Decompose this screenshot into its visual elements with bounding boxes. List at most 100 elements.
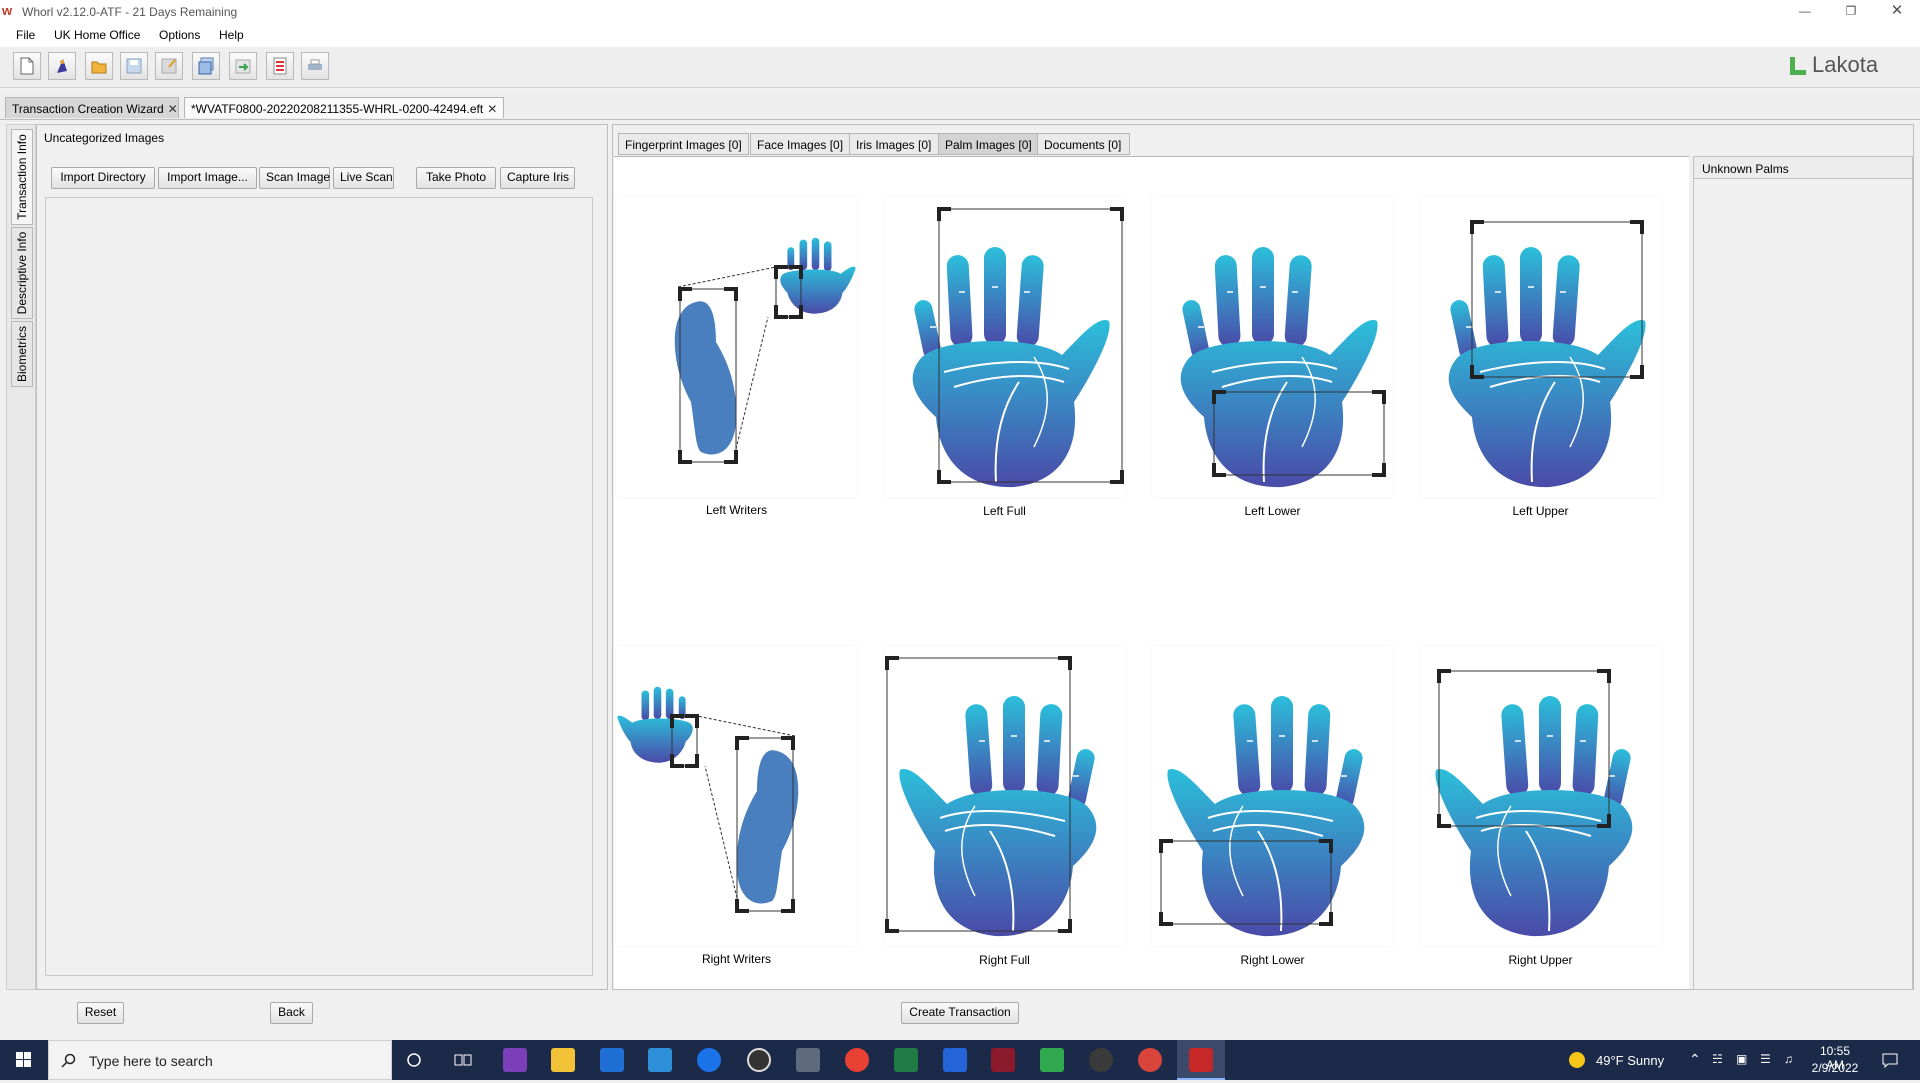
- lakota-app-icon: [1189, 1048, 1213, 1072]
- toolbar: [0, 47, 1920, 88]
- whorl-logo-icon: ᴡ: [2, 3, 13, 18]
- weather-sun-icon: [1569, 1052, 1585, 1068]
- save-all-icon: [198, 57, 214, 75]
- create-transaction-button[interactable]: Create Transaction: [901, 1002, 1019, 1024]
- export-button[interactable]: [229, 52, 257, 80]
- tab-eft-file[interactable]: *WVATF0800-20220208211355-WHRL-0200-4249…: [184, 97, 504, 118]
- tab-transaction-creation-wizard[interactable]: Transaction Creation Wizard ✕: [5, 97, 179, 118]
- tab-fingerprint-images[interactable]: Fingerprint Images [0]: [618, 133, 749, 155]
- wizard-button[interactable]: [48, 52, 76, 80]
- sheet-app-icon[interactable]: [1040, 1048, 1064, 1072]
- palm-label: Right Upper: [1508, 953, 1573, 967]
- reset-button[interactable]: Reset: [77, 1002, 124, 1024]
- side-tab-transaction-info[interactable]: Transaction Info: [11, 129, 33, 225]
- windows-logo-icon: [16, 1052, 31, 1067]
- onenote-icon[interactable]: [503, 1048, 527, 1072]
- clock-date[interactable]: 2/9/2022: [1810, 1061, 1860, 1075]
- palm-slot-right-writers[interactable]: [616, 646, 857, 946]
- restore-icon[interactable]: ❐: [1836, 2, 1866, 22]
- live-scan-button[interactable]: Live Scan: [333, 167, 394, 189]
- menu-help[interactable]: Help: [219, 28, 244, 42]
- search-icon: [61, 1053, 76, 1068]
- tab-documents[interactable]: Documents [0]: [1037, 133, 1130, 155]
- weather-text[interactable]: 49°F Sunny: [1596, 1053, 1664, 1068]
- file-explorer-icon[interactable]: [551, 1048, 575, 1072]
- dell-icon[interactable]: [747, 1048, 771, 1072]
- chrome-profile-icon[interactable]: [1138, 1048, 1162, 1072]
- whorl-taskbar-icon[interactable]: [991, 1048, 1015, 1072]
- side-tab-biometrics[interactable]: Biometrics: [11, 321, 33, 387]
- tab-iris-images[interactable]: Iris Images [0]: [849, 133, 941, 155]
- side-tab-strip: Transaction Info Descriptive Info Biomet…: [6, 124, 36, 990]
- unknown-palms-title: Unknown Palms: [1694, 157, 1912, 179]
- import-image-button[interactable]: Import Image...: [158, 167, 257, 189]
- take-photo-button[interactable]: Take Photo: [416, 167, 496, 189]
- categorized-images-panel: Fingerprint Images [0] Face Images [0] I…: [612, 124, 1914, 990]
- todo-icon[interactable]: [943, 1048, 967, 1072]
- palm-slot-left-upper[interactable]: [1420, 197, 1661, 497]
- save-as-button[interactable]: [155, 52, 183, 80]
- close-icon[interactable]: ✕: [1882, 2, 1912, 22]
- calculator-icon[interactable]: [796, 1048, 820, 1072]
- new-icon: [20, 57, 34, 75]
- palm-slot-right-full[interactable]: [884, 646, 1125, 946]
- palm-slot-left-full[interactable]: [884, 197, 1125, 497]
- save-all-button[interactable]: [192, 52, 220, 80]
- wifi-icon[interactable]: ☰: [1760, 1052, 1771, 1066]
- palm-slot-left-writers[interactable]: [616, 197, 857, 497]
- close-tab-icon[interactable]: ✕: [168, 102, 178, 116]
- close-tab-icon[interactable]: ✕: [487, 102, 497, 116]
- unknown-palms-panel[interactable]: Unknown Palms: [1693, 156, 1913, 990]
- network-icon[interactable]: ☵: [1712, 1052, 1723, 1066]
- notification-icon[interactable]: [1882, 1052, 1898, 1068]
- window-title: Whorl v2.12.0-ATF - 21 Days Remaining: [22, 5, 238, 19]
- volume-icon[interactable]: ♫: [1784, 1052, 1793, 1066]
- settings-gear-icon[interactable]: [1089, 1048, 1113, 1072]
- minimize-icon[interactable]: —: [1790, 2, 1820, 22]
- palm-label: Right Writers: [701, 952, 772, 966]
- task-view-icon[interactable]: [454, 1052, 472, 1068]
- active-app-highlight[interactable]: [1177, 1040, 1225, 1080]
- menu-file[interactable]: File: [16, 28, 35, 42]
- new-button[interactable]: [13, 52, 41, 80]
- uncategorized-images-panel: Uncategorized Images Import Directory Im…: [36, 124, 608, 990]
- excel-icon[interactable]: [894, 1048, 918, 1072]
- save-button[interactable]: [120, 52, 148, 80]
- palm-diagram: [885, 656, 1097, 937]
- capture-iris-button[interactable]: Capture Iris: [500, 167, 575, 189]
- chrome-icon[interactable]: [845, 1048, 869, 1072]
- export-icon: [235, 59, 251, 74]
- tab-face-images[interactable]: Face Images [0]: [750, 133, 857, 155]
- menu-options[interactable]: Options: [159, 28, 200, 42]
- microsoft-store-icon[interactable]: [600, 1048, 624, 1072]
- palm-slot-right-lower[interactable]: [1152, 646, 1393, 946]
- tab-palm-images[interactable]: Palm Images [0]: [938, 133, 1045, 155]
- uncategorized-drop-area[interactable]: [45, 197, 593, 976]
- palm-slot-left-lower[interactable]: [1152, 197, 1393, 497]
- palm-diagram: [1435, 669, 1633, 937]
- palm-slot-right-upper[interactable]: [1420, 646, 1661, 946]
- palm-diagram: [1448, 220, 1646, 488]
- open-button[interactable]: [85, 52, 113, 80]
- mail-icon[interactable]: [648, 1048, 672, 1072]
- import-directory-button[interactable]: Import Directory: [51, 167, 155, 189]
- palm-diagram: [1159, 696, 1365, 937]
- report-icon: [273, 57, 287, 75]
- browser-icon[interactable]: [697, 1048, 721, 1072]
- report-button[interactable]: [266, 52, 294, 80]
- print-button[interactable]: [301, 52, 329, 80]
- chevron-up-icon[interactable]: ⌃: [1689, 1051, 1701, 1068]
- palm-label: Left Full: [983, 504, 1026, 518]
- taskbar-search-box[interactable]: Type here to search: [48, 1040, 392, 1080]
- start-button[interactable]: [0, 1040, 48, 1080]
- side-tab-descriptive-info[interactable]: Descriptive Info: [11, 227, 33, 319]
- scan-image-button[interactable]: Scan Image: [259, 167, 330, 189]
- back-button[interactable]: Back: [270, 1002, 313, 1024]
- palm-diagram: [617, 686, 799, 913]
- cortana-icon[interactable]: [406, 1052, 422, 1068]
- battery-icon[interactable]: ▣: [1736, 1052, 1747, 1066]
- document-tab-bar: Transaction Creation Wizard ✕ *WVATF0800-…: [0, 95, 1920, 120]
- footer-bar: Reset Back Create Transaction: [0, 990, 1920, 1040]
- palm-label: Left Upper: [1512, 504, 1569, 518]
- menu-uk-home-office[interactable]: UK Home Office: [54, 28, 140, 42]
